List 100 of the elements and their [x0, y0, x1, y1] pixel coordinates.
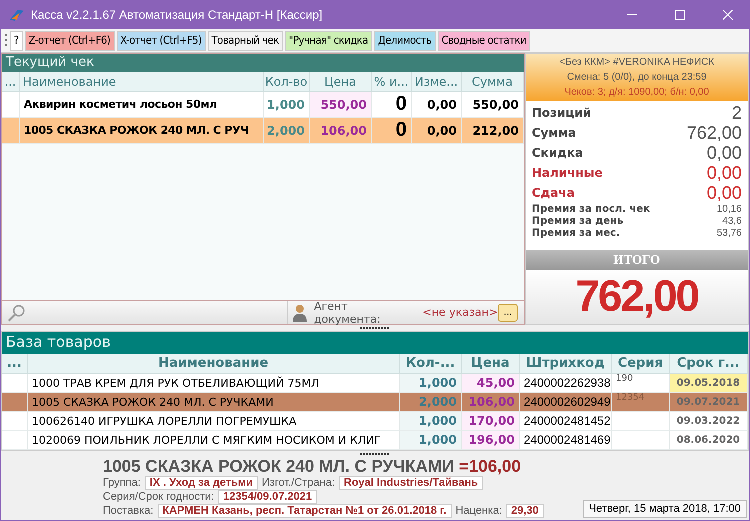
- detail-value: 29,30: [506, 504, 544, 518]
- app-logo-icon: [9, 8, 25, 22]
- product-title: 1005 СКАЗКА РОЖОК 240 МЛ. С РУЧКАМИ =106,00: [103, 457, 522, 476]
- table-cell: 45,00: [462, 374, 520, 393]
- summary-label: Позиций: [532, 106, 592, 120]
- total-label: ИТОГО: [526, 250, 748, 270]
- table-cell: 2,000: [400, 393, 462, 412]
- toolbar-grip-icon: [5, 32, 8, 48]
- table-cell: 0: [372, 118, 412, 144]
- window-title: Касса v2.2.1.67 Автоматизация Стандарт-Н [Кассир]: [31, 8, 324, 22]
- section-header: Текущий чек: [2, 54, 524, 72]
- table-cell: 2400002481469: [520, 431, 612, 450]
- table-cell: 170,00: [462, 412, 520, 431]
- maximize-icon: [675, 10, 685, 20]
- table-cell: 212,00: [462, 118, 524, 144]
- table-cell: 1005 СКАЗКА РОЖОК 240 МЛ. С РУЧКАМИ: [28, 393, 400, 412]
- column-header[interactable]: ...: [2, 72, 20, 92]
- table-cell: 1,000: [400, 412, 462, 431]
- summary-label: Сдача: [532, 186, 575, 200]
- table-cell: 1005 СКАЗКА РОЖОК 240 МЛ. С РУЧ: [20, 118, 264, 144]
- table-cell: 550,00: [310, 92, 372, 118]
- toolbar-button[interactable]: X-отчет (Ctrl+F5): [116, 30, 206, 50]
- session-info: <Без ККМ> #VERONIKA НЕФИСК: [558, 56, 716, 70]
- summary-value: 0,00: [706, 142, 742, 164]
- column-header[interactable]: Кол-во: [264, 72, 310, 92]
- detail-label: Наценка:: [456, 505, 502, 517]
- table-cell: 2400002481452: [520, 412, 612, 431]
- table-cell: 1,000: [400, 431, 462, 450]
- agent-value: <не указан>: [422, 306, 498, 319]
- detail-value: Royal Industries/Тайвань: [339, 476, 484, 490]
- table-cell: 196,00: [462, 431, 520, 450]
- column-header[interactable]: Штрихкод: [520, 354, 612, 374]
- summary-label: Скидка: [532, 146, 584, 160]
- summary-value: 2: [732, 102, 742, 124]
- toolbar-button[interactable]: Делимость: [374, 30, 436, 50]
- splitter-grip-icon[interactable]: [360, 326, 390, 330]
- table-cell: 100626140 ИГРУШКА ЛОРЕЛЛИ ПОГРЕМУШКА: [28, 412, 400, 431]
- table-cell: Аквирин косметич лосьон 50мл: [20, 92, 264, 118]
- detail-value: IX . Уход за детьми: [144, 476, 258, 490]
- table-cell: 550,00: [462, 92, 524, 118]
- summary-label: Премия за посл. чек: [532, 204, 650, 214]
- column-header[interactable]: ...: [2, 354, 28, 374]
- column-header[interactable]: Срок г...: [670, 354, 748, 374]
- splitter-grip-icon[interactable]: [360, 452, 390, 456]
- status-datetime: Четверг, 15 марта 2018, 17:00: [583, 500, 747, 518]
- agent-select-button[interactable]: ...: [498, 304, 518, 322]
- table-cell: 0: [372, 92, 412, 118]
- table-cell: 0,00: [412, 118, 462, 144]
- search-icon[interactable]: [8, 304, 26, 322]
- table-cell: 08.06.2020: [670, 431, 748, 450]
- column-header[interactable]: Цена: [462, 354, 520, 374]
- toolbar-button[interactable]: "Ручная" скидка: [285, 30, 372, 50]
- summary-label: Наличные: [532, 166, 603, 180]
- table-cell: 1,000: [400, 374, 462, 393]
- detail-value: КАРМЕН Казань, респ. Татарстан №1 от 26.01.2018 г.: [158, 504, 452, 518]
- column-header[interactable]: Цена: [310, 72, 372, 92]
- help-button[interactable]: ?: [10, 30, 23, 50]
- agent-label: Агент документа:: [314, 300, 382, 326]
- detail-label: Изгот./Страна:: [262, 477, 336, 489]
- detail-label: Серия/Срок годности:: [103, 491, 214, 503]
- table-cell: 09.07.2021: [670, 393, 748, 412]
- table-cell: 106,00: [310, 118, 372, 144]
- column-header[interactable]: Наименование: [20, 72, 264, 92]
- table-cell: 2400002262938: [520, 374, 612, 393]
- detail-label: Группа:: [103, 477, 141, 489]
- column-header[interactable]: Серия: [612, 354, 670, 374]
- column-header[interactable]: % и...: [372, 72, 412, 92]
- summary-label: Сумма: [532, 126, 576, 140]
- column-header[interactable]: Изме...: [412, 72, 462, 92]
- summary-value: 762,00: [686, 122, 742, 144]
- table-cell: 190: [612, 374, 670, 393]
- summary-value: 10,16: [716, 204, 742, 214]
- table-cell: 1,000: [264, 92, 310, 118]
- table-cell: 2400002602949: [520, 393, 612, 412]
- person-icon: [292, 304, 308, 322]
- toolbar-button[interactable]: Товарный чек: [208, 30, 284, 50]
- summary-value: 0,00: [706, 182, 742, 204]
- toolbar-button[interactable]: Z-отчет (Ctrl+F6): [24, 30, 114, 50]
- table-cell: 12354: [612, 393, 670, 412]
- table-cell: 0,00: [412, 92, 462, 118]
- column-header[interactable]: Наименование: [28, 354, 400, 374]
- column-header[interactable]: Кол-...: [400, 354, 462, 374]
- table-cell: 09.03.2022: [670, 412, 748, 431]
- table-cell: 1000 ТРАВ КРЕМ ДЛЯ РУК ОТБЕЛИВАЮЩИЙ 75МЛ: [28, 374, 400, 393]
- session-info: Смена: 5 (0/0), до конца 23:59: [566, 71, 708, 85]
- summary-label: Премия за мес.: [532, 228, 620, 238]
- table-cell: 09.05.2018: [670, 374, 748, 393]
- summary-value: 0,00: [706, 162, 742, 184]
- table-cell: 1020069 ПОИЛЬНИК ЛОРЕЛЛИ С МЯГКИМ НОСИКОМ И КЛИГ: [28, 431, 400, 450]
- detail-label: Поставка:: [103, 505, 154, 517]
- toolbar-button[interactable]: Сводные остатки: [438, 30, 530, 50]
- column-header[interactable]: Сумма: [462, 72, 524, 92]
- section-header: База товаров: [2, 332, 748, 354]
- table-cell: 106,00: [462, 393, 520, 412]
- close-icon: [723, 10, 733, 20]
- summary-label: Премия за день: [532, 216, 624, 226]
- detail-value: 12354/09.07.2021: [218, 490, 318, 504]
- summary-value: 53,76: [716, 228, 742, 238]
- summary-value: 43,6: [722, 216, 742, 226]
- session-info: Чеков: 3; д/я: 1090,00; б/н: 0,00: [564, 86, 710, 100]
